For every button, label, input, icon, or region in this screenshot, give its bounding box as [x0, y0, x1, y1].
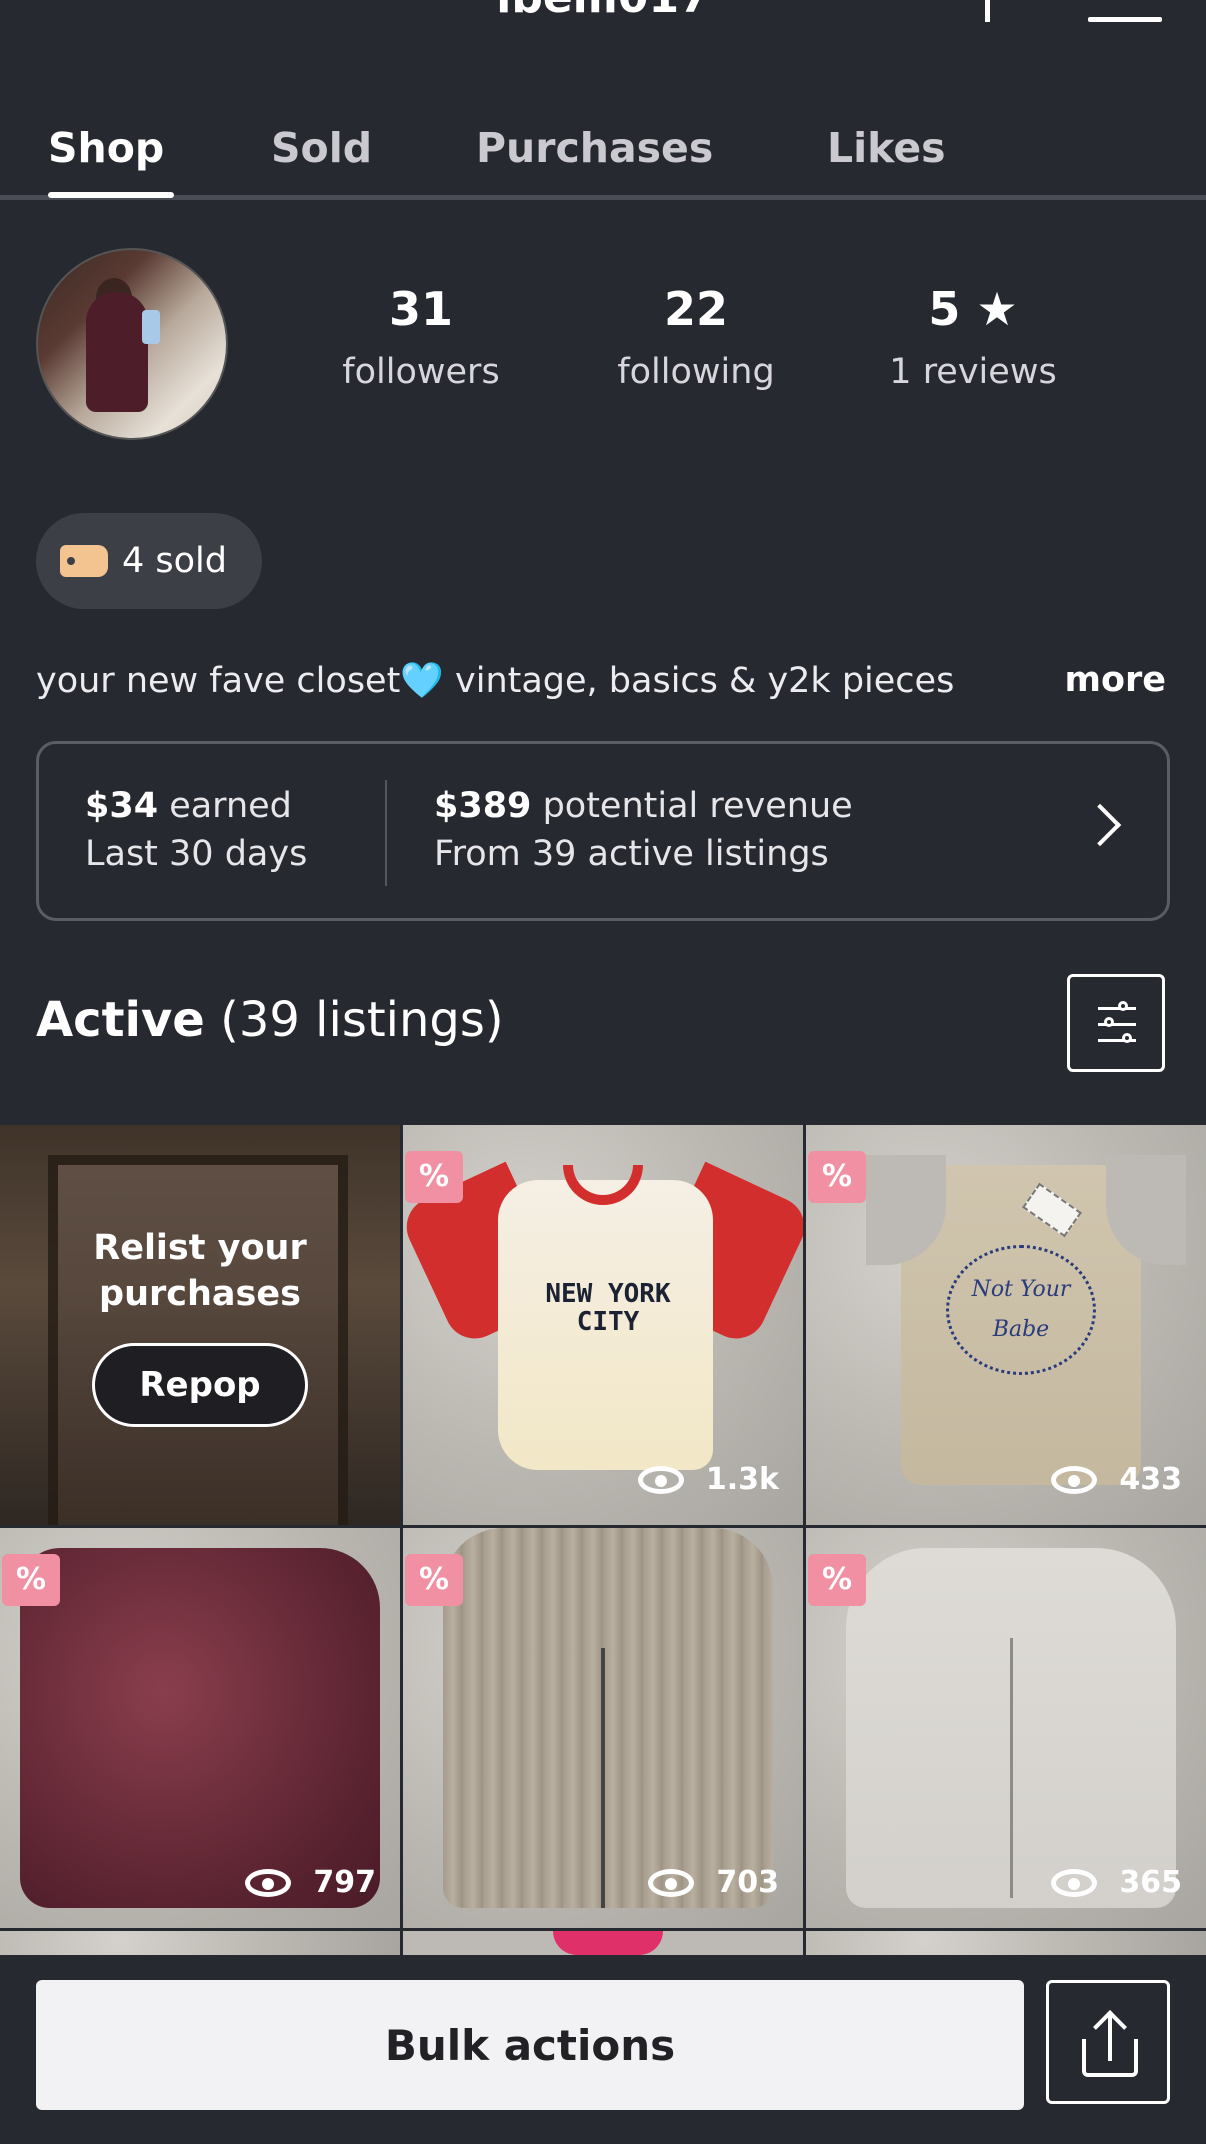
listing-tile[interactable]: % 365: [806, 1528, 1206, 1928]
relist-line-2: purchases: [99, 1274, 301, 1314]
relist-text: Relist your purchases: [0, 1225, 400, 1317]
view-count: 433: [1051, 1462, 1182, 1497]
pink-garment: [553, 1931, 663, 1955]
top-divider-icon: [985, 0, 990, 22]
listing-tile[interactable]: [806, 1931, 1206, 1955]
earned-label: earned: [169, 786, 292, 826]
eye-icon: [1051, 1465, 1098, 1494]
view-count-value: 703: [716, 1865, 779, 1900]
mirror-frame: [48, 1155, 348, 1525]
revenue-card[interactable]: $34 earned Last 30 days $389 potential r…: [36, 741, 1170, 921]
earned-amount: $34: [85, 786, 159, 826]
listing-tile[interactable]: % 703: [403, 1528, 803, 1928]
view-count: 797: [245, 1865, 376, 1900]
potential-label: potential revenue: [542, 786, 853, 826]
filter-knob-3: [1122, 1033, 1132, 1043]
chevron-right-icon: [1078, 803, 1122, 847]
tab-sold[interactable]: Sold: [271, 124, 372, 172]
tank-print: Not Your Babe: [946, 1245, 1096, 1375]
view-count: 1.3k: [637, 1462, 779, 1497]
followers-stat[interactable]: 31 followers: [301, 282, 541, 392]
filter-button[interactable]: [1067, 974, 1165, 1072]
potential-section: $389 potential revenue From 39 active li…: [434, 782, 853, 878]
zipper: [601, 1648, 605, 1908]
relist-line-1: Relist your: [93, 1228, 307, 1268]
tab-purchases[interactable]: Purchases: [476, 124, 713, 172]
listings-grid: Relist your purchases Repop NEW YORK CIT…: [0, 1125, 1206, 1955]
listings-heading: Active (39 listings): [36, 992, 504, 1048]
menu-icon[interactable]: [1088, 17, 1162, 22]
listing-tile[interactable]: Not Your Babe % 433: [806, 1125, 1206, 1525]
listing-tile[interactable]: [0, 1931, 400, 1955]
zipper: [1010, 1638, 1013, 1898]
rating-value: 5 ★: [928, 282, 1018, 336]
view-count: 365: [1051, 1865, 1182, 1900]
listing-tile[interactable]: NEW YORK CITY % 1.3k: [403, 1125, 803, 1525]
bio: your new fave closet🩵 vintage, basics & …: [36, 660, 1166, 710]
revenue-divider: [385, 780, 387, 886]
reviews-label: 1 reviews: [889, 352, 1057, 392]
username-title: ibelli017: [0, 0, 1206, 23]
bulk-actions-button[interactable]: Bulk actions: [36, 1980, 1024, 2110]
discount-badge: %: [808, 1554, 866, 1606]
listing-tile[interactable]: [403, 1931, 803, 1955]
eye-icon: [245, 1868, 292, 1897]
tee-print: NEW YORK CITY: [545, 1279, 671, 1337]
discount-badge: %: [2, 1554, 60, 1606]
discount-badge: %: [405, 1554, 463, 1606]
active-tab-indicator: [48, 192, 174, 198]
earned-period: Last 30 days: [85, 834, 308, 874]
eye-icon: [648, 1868, 695, 1897]
knit-hoodie: [443, 1528, 773, 1908]
filter-knob-2: [1104, 1017, 1114, 1027]
view-count-value: 365: [1119, 1865, 1182, 1900]
bottom-action-bar: Bulk actions: [0, 1955, 1206, 2144]
view-count: 703: [648, 1865, 779, 1900]
view-count-value: 1.3k: [705, 1462, 779, 1497]
eye-icon: [1051, 1868, 1098, 1897]
earned-section: $34 earned Last 30 days: [85, 782, 307, 878]
view-count-value: 797: [313, 1865, 376, 1900]
avatar-phone: [142, 310, 160, 344]
earned-line: $34 earned: [85, 782, 307, 830]
avatar[interactable]: [36, 248, 228, 440]
discount-badge: %: [405, 1151, 463, 1203]
following-label: following: [617, 352, 775, 392]
listing-tile[interactable]: % 797: [0, 1528, 400, 1928]
repop-button[interactable]: Repop: [92, 1343, 308, 1427]
tab-shop[interactable]: Shop: [48, 124, 164, 172]
sold-count: 4 sold: [122, 541, 227, 581]
potential-source: From 39 active listings: [434, 834, 829, 874]
following-count: 22: [663, 282, 728, 336]
top-bar: ibelli017: [0, 0, 1206, 40]
following-stat[interactable]: 22 following: [576, 282, 816, 392]
filter-line-1: [1098, 1007, 1136, 1010]
reviews-stat[interactable]: 5 ★ 1 reviews: [853, 282, 1093, 392]
tab-likes[interactable]: Likes: [827, 124, 946, 172]
long-sleeve-top: [20, 1548, 380, 1908]
view-count-value: 433: [1119, 1462, 1182, 1497]
sold-badge: 4 sold: [36, 513, 262, 609]
relist-tile[interactable]: Relist your purchases Repop: [0, 1125, 400, 1525]
filter-knob-1: [1118, 1001, 1128, 1011]
discount-badge: %: [808, 1151, 866, 1203]
followers-label: followers: [342, 352, 500, 392]
eye-icon: [637, 1465, 684, 1494]
share-button[interactable]: [1046, 1980, 1170, 2104]
bio-text: your new fave closet🩵 vintage, basics & …: [36, 661, 955, 701]
avatar-figure: [86, 292, 148, 412]
potential-line: $389 potential revenue: [434, 782, 853, 830]
listings-count: (39 listings): [220, 992, 504, 1048]
bio-more-button[interactable]: more: [1064, 660, 1166, 700]
potential-amount: $389: [434, 786, 532, 826]
listings-title: Active: [36, 992, 205, 1048]
followers-count: 31: [388, 282, 453, 336]
profile-tabs: Shop Sold Purchases Likes: [0, 108, 1206, 200]
price-tag-icon: [60, 545, 108, 577]
